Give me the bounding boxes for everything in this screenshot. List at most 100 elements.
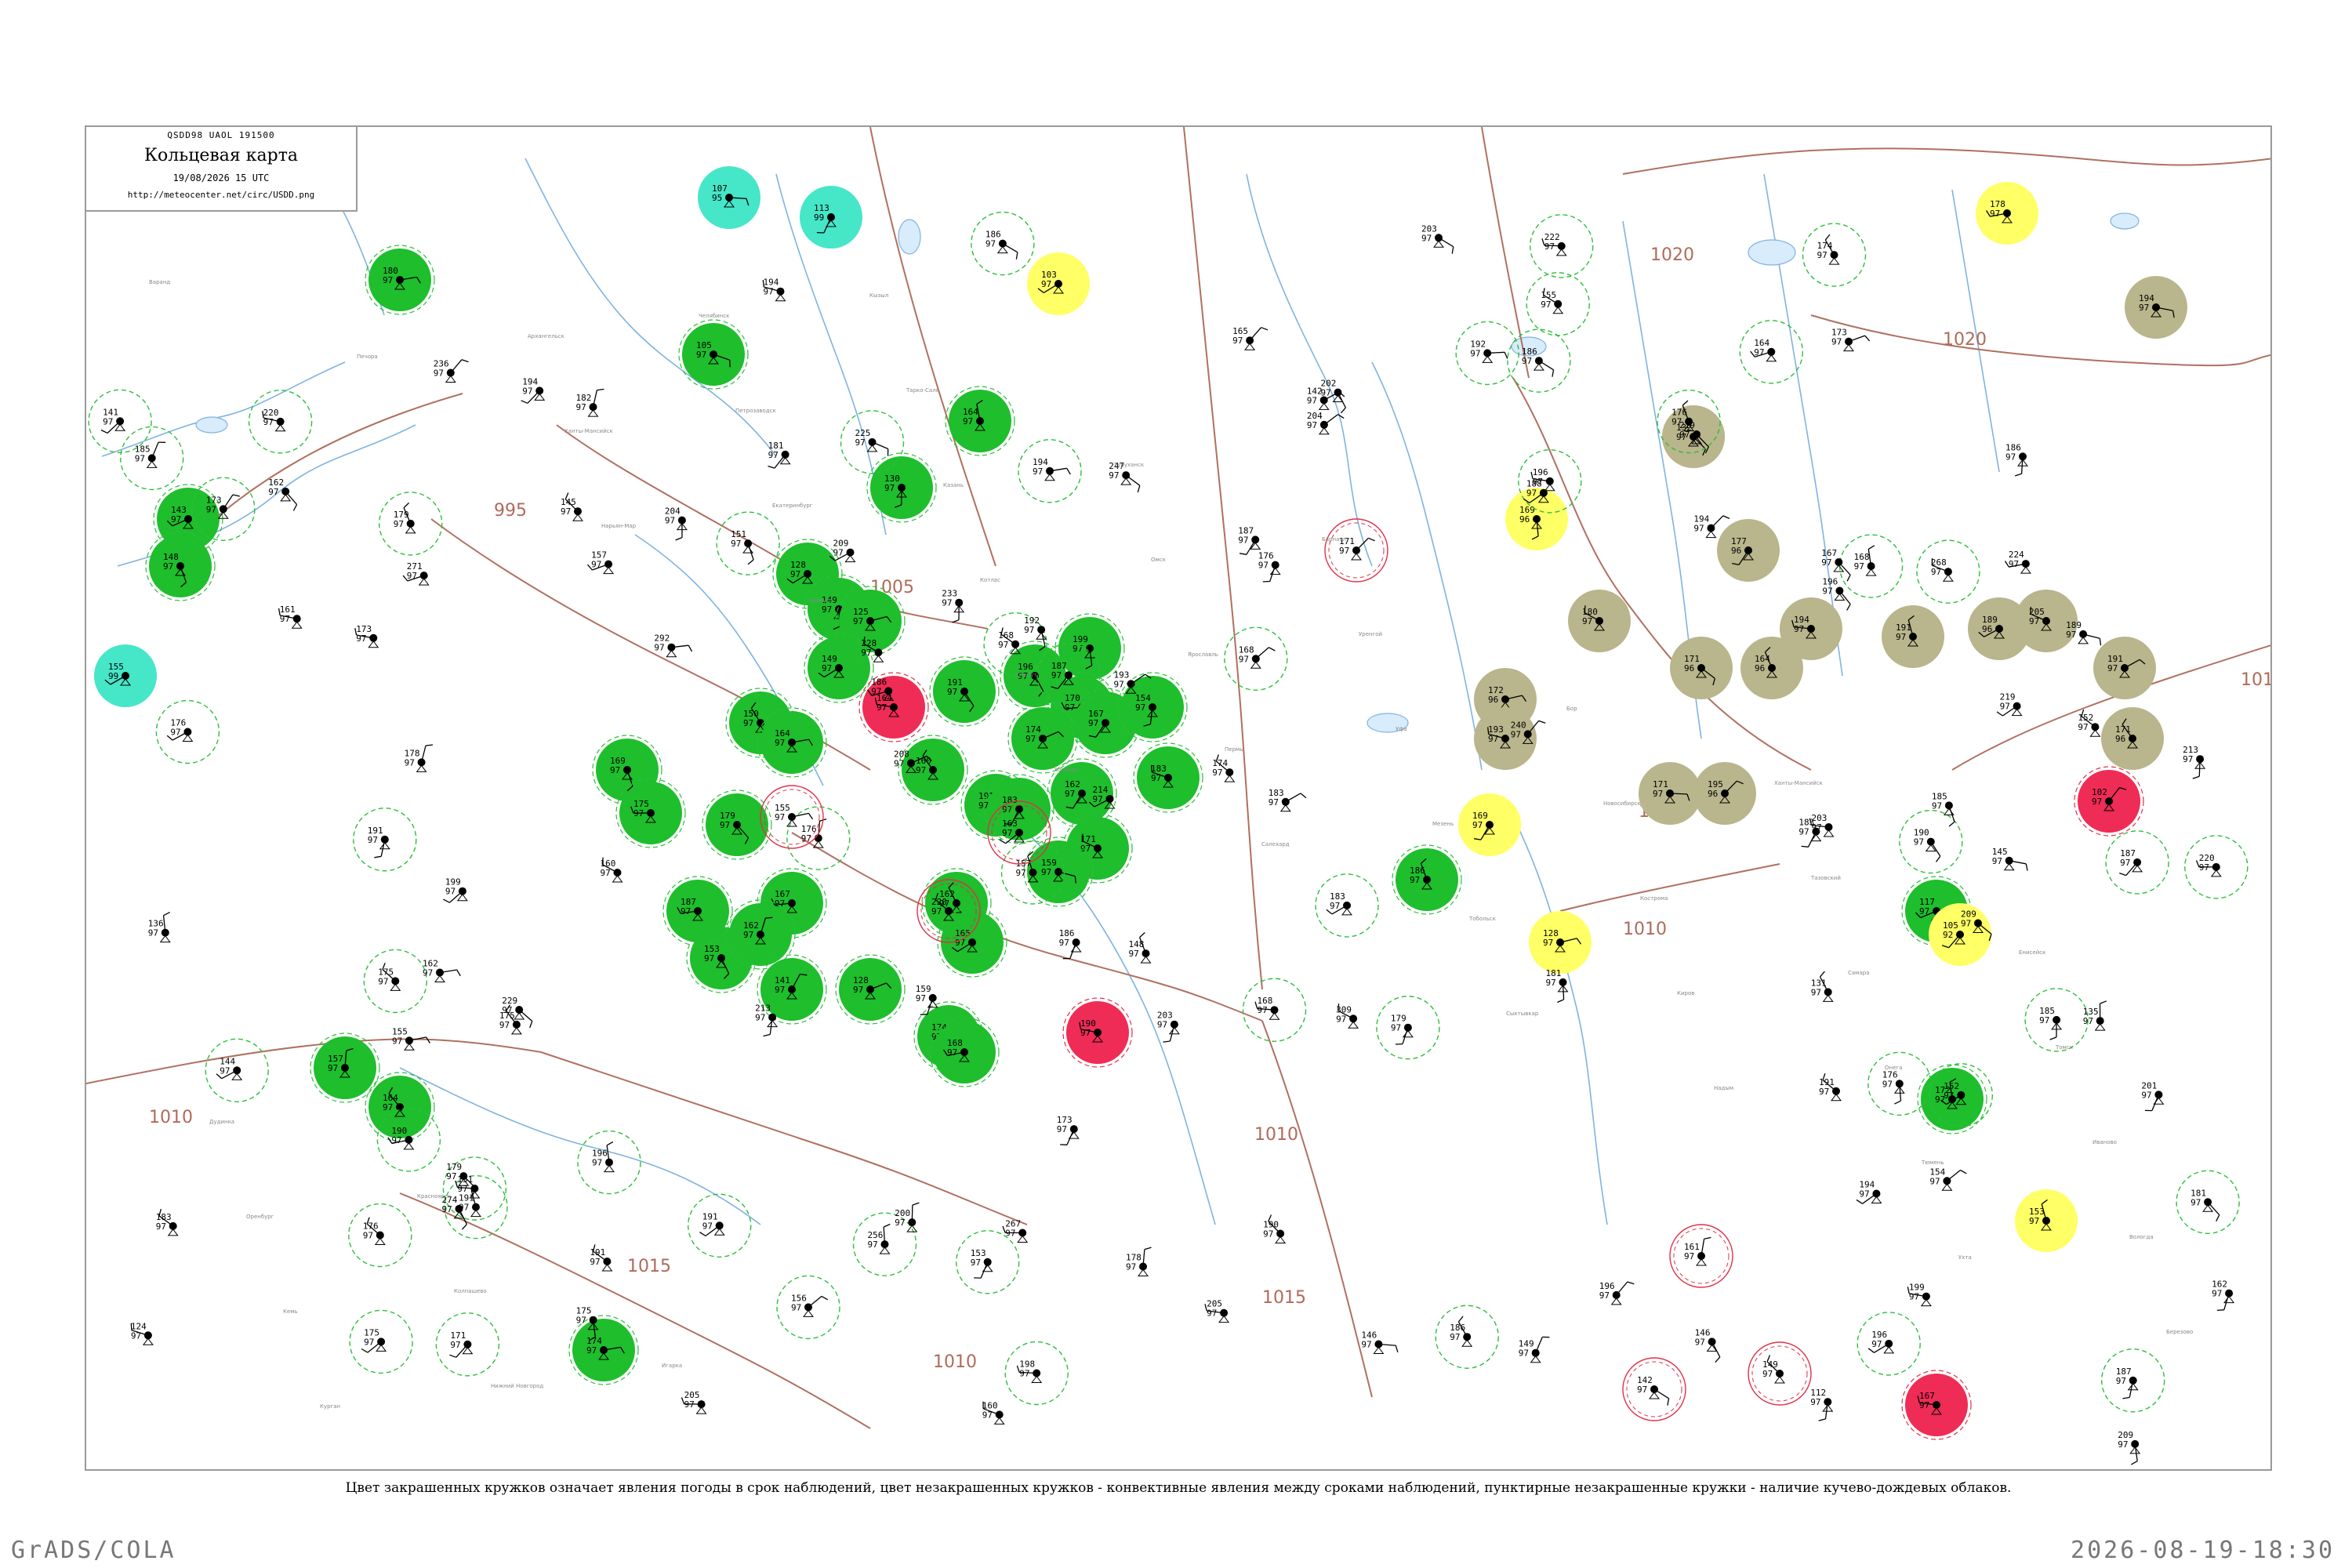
station-plain: 21397	[2183, 745, 2206, 779]
station-plain: 14897	[1129, 932, 1152, 964]
station-humidity: 97	[681, 906, 691, 916]
weather-symbol-icon	[456, 893, 468, 902]
station-humidity: 97	[561, 506, 571, 517]
station-red: 19097	[1062, 997, 1133, 1068]
station-humidity: 97	[1695, 1337, 1705, 1347]
wind-barb-icon	[1946, 1169, 1961, 1181]
station-humidity: 97	[1041, 279, 1051, 289]
station-humidity: 95	[712, 193, 722, 203]
weather-symbol-icon	[1555, 249, 1567, 256]
weather-symbol-icon	[403, 1142, 415, 1150]
weather-symbol-icon	[1920, 1298, 1932, 1307]
station-humidity: 97	[2066, 630, 2076, 640]
weather-symbol-icon	[418, 578, 430, 586]
place-name: Архангельск	[528, 333, 564, 339]
station-cyan: 10795	[698, 166, 760, 229]
weather-symbol-icon	[1351, 553, 1362, 561]
source-url[interactable]: http://meteocenter.net/circ/USDD.png	[86, 190, 356, 200]
weather-symbol-icon	[775, 293, 786, 302]
wind-feather-icon	[1557, 999, 1564, 1004]
place-name: Нарьян-Мар	[601, 523, 637, 529]
isobar-label: 1015	[1262, 1288, 1306, 1308]
station-humidity: 97	[1450, 1332, 1460, 1342]
wind-feather-icon	[1504, 352, 1508, 359]
station-dashed: 14497	[205, 1038, 269, 1103]
station-humidity: 97	[1859, 1189, 1869, 1200]
place-name: Воркута	[809, 597, 833, 604]
station-dashed: 19697	[1857, 1312, 1921, 1376]
place-name: Иваново	[2092, 1139, 2117, 1145]
isobar-label: 1010	[933, 1352, 977, 1372]
station-humidity: 97	[391, 1135, 401, 1145]
station-humidity: 97	[1929, 1176, 1940, 1186]
station-plain: 17697	[1258, 551, 1281, 583]
station-humidity: 97	[1944, 1091, 1954, 1101]
river-5	[1371, 361, 1483, 771]
station-plain: 16097	[601, 857, 623, 883]
wind-feather-icon	[1163, 1040, 1171, 1043]
weather-symbol-icon	[844, 554, 856, 563]
station-humidity: 97	[1391, 1023, 1401, 1033]
station-humidity: 97	[576, 1316, 586, 1326]
weather-symbol-icon	[604, 1164, 615, 1173]
station-humidity: 97	[383, 1102, 393, 1112]
wind-barb-icon	[223, 494, 234, 510]
place-name: Челябинск	[699, 313, 729, 319]
station-dashed: 18697	[971, 211, 1035, 276]
weather-symbol-icon	[445, 375, 456, 383]
station-humidity: 97	[731, 539, 741, 549]
station-plain: 29297	[654, 633, 693, 658]
station-humidity: 97	[1961, 919, 1971, 929]
lake-4	[2110, 212, 2140, 230]
station-dashed: 18597	[119, 426, 184, 491]
wind-barb-icon	[1255, 647, 1269, 659]
wind-feather-icon	[1894, 1100, 1901, 1105]
station-humidity: 97	[884, 483, 895, 493]
station-humidity: 97	[1794, 624, 1804, 634]
station-redring: 16197	[1669, 1224, 1733, 1288]
station-humidity: 97	[1522, 356, 1532, 366]
station-humidity: 97	[1239, 654, 1249, 664]
station-humidity: 97	[392, 1036, 402, 1046]
place-name: Печора	[357, 354, 378, 360]
station-humidity: 97	[446, 1171, 456, 1181]
place-name: Котлас	[980, 577, 1000, 583]
station-green: 15797	[310, 1033, 380, 1103]
station-humidity: 97	[206, 504, 216, 514]
station-dashed: 16897	[1838, 534, 1904, 598]
station-plain: 15497	[1929, 1167, 1967, 1191]
station-humidity: 97	[790, 569, 800, 579]
isobar-line	[1810, 314, 2270, 367]
station-humidity: 97	[1269, 797, 1279, 808]
station-yellow: 10397	[1027, 252, 1090, 315]
station-humidity: 97	[894, 758, 904, 768]
station-humidity: 97	[1307, 420, 1317, 430]
weather-symbol-icon	[1843, 343, 1854, 352]
weather-symbol-icon	[1138, 1269, 1149, 1276]
station-humidity: 97	[1005, 1229, 1015, 1239]
station-humidity: 97	[1919, 1400, 1929, 1410]
place-name: Казань	[943, 482, 964, 488]
wind-feather-icon	[2049, 1036, 2057, 1040]
station-humidity: 97	[775, 985, 785, 995]
weather-symbol-icon	[695, 1406, 707, 1414]
station-dashed: 18197	[2176, 1170, 2240, 1235]
station-humidity: 97	[2120, 858, 2130, 868]
station-humidity: 97	[499, 1020, 510, 1030]
station-humidity: 97	[590, 1257, 600, 1267]
place-name: Игарка	[662, 1363, 682, 1369]
station-cyan: 15599	[94, 644, 157, 707]
isobar-label: 1010	[1254, 1125, 1298, 1145]
wind-feather-icon	[1935, 855, 1941, 862]
isobar-line	[1261, 1020, 1373, 1398]
wind-feather-icon	[1846, 604, 1851, 611]
weather-symbol-icon	[1942, 574, 1954, 582]
station-olive: 18097	[1568, 590, 1631, 652]
place-name: Колпашево	[454, 1288, 487, 1294]
wind-feather-icon	[1667, 1398, 1670, 1406]
station-plain: 20097	[895, 1202, 920, 1232]
station-plots: 1079511399155991809714397148971059716497…	[88, 166, 2249, 1465]
station-humidity: 96	[2115, 734, 2125, 744]
place-name: Тобольск	[1468, 916, 1496, 922]
station-humidity: 97	[368, 835, 378, 845]
